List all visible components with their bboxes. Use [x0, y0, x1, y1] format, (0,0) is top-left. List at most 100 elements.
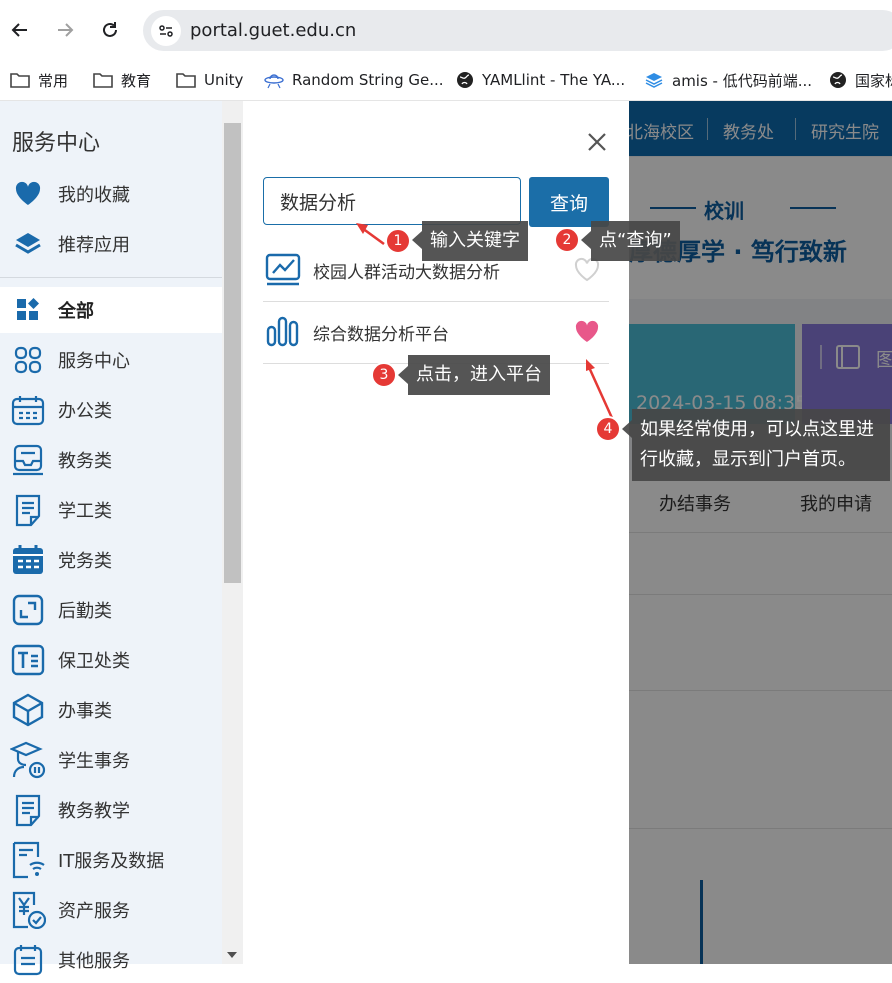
sidebar-item-office[interactable]: 办公类 — [0, 387, 222, 433]
grid-icon — [10, 292, 46, 328]
bookmark-item[interactable]: Random String Ge... — [264, 68, 444, 92]
yuan-check-icon — [10, 891, 46, 929]
globe-icon — [457, 72, 473, 88]
sidebar-item-affairs[interactable]: 办事类 — [0, 687, 222, 733]
step-badge: 2 — [554, 227, 580, 253]
bookmark-item[interactable]: 教育 — [93, 68, 151, 92]
cube-icon — [10, 692, 46, 728]
folder-icon — [10, 73, 30, 88]
callout-enter-platform: 点击，进入平台 — [408, 355, 550, 395]
scrollbar-thumb[interactable] — [224, 123, 241, 583]
bookmark-label: amis - 低代码前端... — [672, 71, 813, 90]
bookmark-label: 国家标 — [855, 71, 892, 90]
bookmark-item[interactable]: 常用 — [10, 68, 68, 92]
scroll-down-arrow-icon[interactable] — [227, 952, 237, 958]
result-label[interactable]: 综合数据分析平台 — [313, 320, 449, 345]
sidebar-item-label: 资产服务 — [58, 901, 130, 922]
sidebar-item-label: IT服务及数据 — [58, 851, 165, 872]
globe-icon — [830, 72, 846, 88]
sidebar-item-label: 其他服务 — [58, 951, 130, 972]
step-badge: 3 — [371, 362, 397, 388]
other-icon — [10, 942, 46, 978]
sidebar-item-teaching[interactable]: 教务教学 — [0, 787, 222, 833]
reload-button[interactable] — [94, 14, 126, 46]
back-button[interactable] — [4, 14, 36, 46]
result-label[interactable]: 校园人群活动大数据分析 — [313, 258, 500, 283]
sidebar-item-student-work[interactable]: 学工类 — [0, 487, 222, 533]
bookmark-item[interactable]: Unity — [176, 68, 243, 92]
callout-enter-keyword: 输入关键字 — [422, 221, 528, 261]
callout-click-search: 点“查询” — [591, 221, 680, 261]
bookmark-label: 常用 — [38, 71, 69, 90]
search-button[interactable]: 查询 — [529, 177, 609, 227]
sidebar-item-party[interactable]: 党务类 — [0, 537, 222, 583]
bookmarks-bar: 常用 教育 Unity Random String Ge... YAMLlint… — [0, 60, 892, 101]
apps-icon — [10, 342, 46, 378]
line-chart-icon — [265, 253, 301, 291]
bookmark-label: YAMLlint - The YA... — [482, 71, 626, 89]
sidebar-item-recommended[interactable]: 推荐应用 — [0, 221, 222, 267]
text-icon — [10, 642, 46, 678]
callout-favorite-hint: 如果经常使用，可以点这里进行收藏，显示到门户首页。 — [632, 409, 890, 481]
reload-icon — [103, 22, 117, 37]
expand-icon — [10, 592, 46, 628]
sidebar-item-logistics[interactable]: 后勤类 — [0, 587, 222, 633]
inbox-icon — [10, 442, 46, 478]
sidebar-item-student-affairs[interactable]: 学生事务 — [0, 737, 222, 783]
bookmark-item[interactable]: amis - 低代码前端... — [644, 68, 812, 92]
step-badge: 4 — [595, 416, 621, 442]
sidebar-item-assets[interactable]: 资产服务 — [0, 887, 222, 933]
sidebar-divider — [0, 277, 222, 278]
bar-chart-icon — [265, 315, 301, 353]
sidebar-item-label: 办事类 — [58, 701, 112, 722]
sidebar-item-label: 全部 — [58, 301, 94, 322]
tooltip-pointer — [622, 420, 632, 438]
bookmark-item[interactable]: YAMLlint - The YA... — [456, 68, 625, 92]
favorite-heart-icon[interactable] — [573, 257, 601, 287]
layers-icon — [10, 226, 46, 262]
calendar-grid-icon — [10, 542, 46, 578]
bookmark-item[interactable]: 国家标 — [829, 68, 892, 92]
bookmark-label: Unity — [204, 71, 244, 89]
forward-button[interactable] — [49, 14, 81, 46]
sidebar-item-label: 学工类 — [58, 501, 112, 522]
sidebar-item-label: 教务教学 — [58, 801, 130, 822]
address-bar[interactable]: portal.guet.edu.cn — [143, 10, 892, 51]
ufo-icon — [264, 74, 284, 89]
graduate-icon — [10, 741, 46, 779]
tooltip-pointer — [412, 231, 422, 249]
forward-arrow-icon — [58, 23, 74, 37]
search-input[interactable] — [263, 177, 521, 225]
layers-icon — [645, 73, 663, 88]
sidebar-item-security[interactable]: 保卫处类 — [0, 637, 222, 683]
wifi-doc-icon — [10, 841, 46, 879]
sidebar-item-label: 服务中心 — [58, 351, 130, 372]
folder-icon — [176, 73, 196, 88]
heart-icon — [10, 176, 46, 212]
sidebar-item-label: 我的收藏 — [58, 185, 130, 206]
sidebar-item-it-services[interactable]: IT服务及数据 — [0, 837, 222, 883]
browser-toolbar: portal.guet.edu.cn — [0, 0, 892, 60]
sidebar-item-label: 推荐应用 — [58, 235, 130, 256]
sidebar-item-label: 党务类 — [58, 551, 112, 572]
bookmark-label: Random String Ge... — [292, 71, 444, 89]
bookmark-label: 教育 — [121, 71, 152, 90]
sidebar-title: 服务中心 — [12, 131, 101, 156]
sidebar-item-all[interactable]: 全部 — [0, 287, 222, 333]
back-arrow-icon — [11, 23, 27, 37]
sidebar-item-favorites[interactable]: 我的收藏 — [0, 171, 222, 217]
sidebar-item-label: 教务类 — [58, 451, 112, 472]
sidebar-item-other[interactable]: 其他服务 — [0, 937, 222, 983]
close-icon[interactable] — [585, 130, 609, 154]
sidebar-item-academic[interactable]: 教务类 — [0, 437, 222, 483]
sidebar-item-label: 保卫处类 — [58, 651, 130, 672]
sidebar-item-service-center[interactable]: 服务中心 — [0, 337, 222, 383]
document-icon — [10, 492, 46, 528]
tooltip-pointer — [398, 366, 408, 384]
site-info-icon[interactable] — [151, 16, 181, 46]
folder-icon — [93, 73, 113, 88]
url-text[interactable]: portal.guet.edu.cn — [190, 20, 356, 41]
calendar-icon — [10, 392, 46, 428]
favorite-heart-icon[interactable] — [573, 319, 601, 349]
sidebar-item-label: 办公类 — [58, 401, 112, 422]
